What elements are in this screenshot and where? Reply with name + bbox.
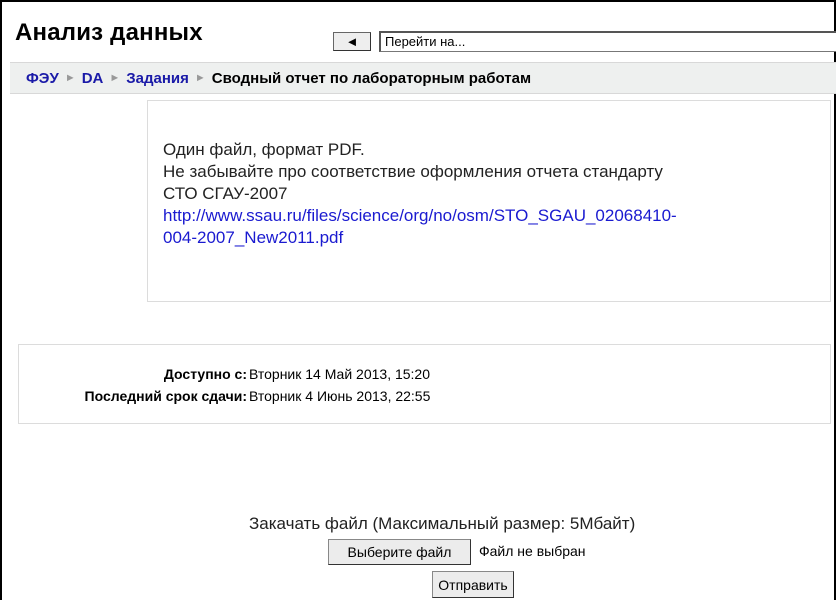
page-frame: Анализ данных ◄ Перейти на... ФЭУ ► DA ►… [0,0,836,600]
deadline-value: Вторник 4 Июнь 2013, 22:55 [249,388,431,404]
breadcrumb-separator-icon: ► [64,72,76,84]
site-title: Анализ данных [15,19,203,46]
jump-to-select[interactable]: Перейти на... [379,31,836,52]
dates-box: Доступно с: Вторник 14 Май 2013, 15:20 П… [18,344,831,424]
breadcrumb-separator-icon: ► [109,72,121,84]
breadcrumb-link-feu[interactable]: ФЭУ [26,70,59,87]
back-button[interactable]: ◄ [333,32,371,51]
standard-link-line1: http://www.ssau.ru/files/science/org/no/… [163,206,677,225]
left-arrow-icon: ◄ [345,34,359,49]
available-from-label: Доступно с: [163,366,247,382]
standard-link[interactable]: http://www.ssau.ru/files/science/org/no/… [163,205,677,249]
description-line: Не забывайте про соответствие оформления… [163,162,663,181]
no-file-status: Файл не выбран [479,543,586,559]
breadcrumb-current: Сводный отчет по лабораторным работам [211,69,532,87]
header: Анализ данных ◄ Перейти на... [10,10,836,58]
breadcrumb: ФЭУ ► DA ► Задания ► Сводный отчет по ла… [10,62,836,94]
deadline-row: Последний срок сдачи: Вторник 4 Июнь 201… [19,388,431,404]
breadcrumb-link-da[interactable]: DA [82,70,104,87]
upload-title: Закачать файл (Максимальный размер: 5Мба… [249,514,636,533]
choose-file-button[interactable]: Выберите файл [328,539,471,565]
description-line: Один файл, формат PDF. [163,140,365,159]
standard-link-line2: 004-2007_New2011.pdf [163,228,344,247]
jump-to-label: Перейти на... [385,34,466,49]
deadline-label: Последний срок сдачи: [84,388,247,404]
assignment-description: Один файл, формат PDF. Не забывайте про … [163,139,677,249]
submit-button[interactable]: Отправить [432,571,514,598]
available-from-value: Вторник 14 Май 2013, 15:20 [249,366,431,382]
available-from-row: Доступно с: Вторник 14 Май 2013, 15:20 [19,366,430,382]
assignment-description-box: Один файл, формат PDF. Не забывайте про … [147,100,831,302]
breadcrumb-link-assignments[interactable]: Задания [126,70,189,87]
description-line: СТО СГАУ-2007 [163,184,288,203]
breadcrumb-separator-icon: ► [194,72,206,84]
